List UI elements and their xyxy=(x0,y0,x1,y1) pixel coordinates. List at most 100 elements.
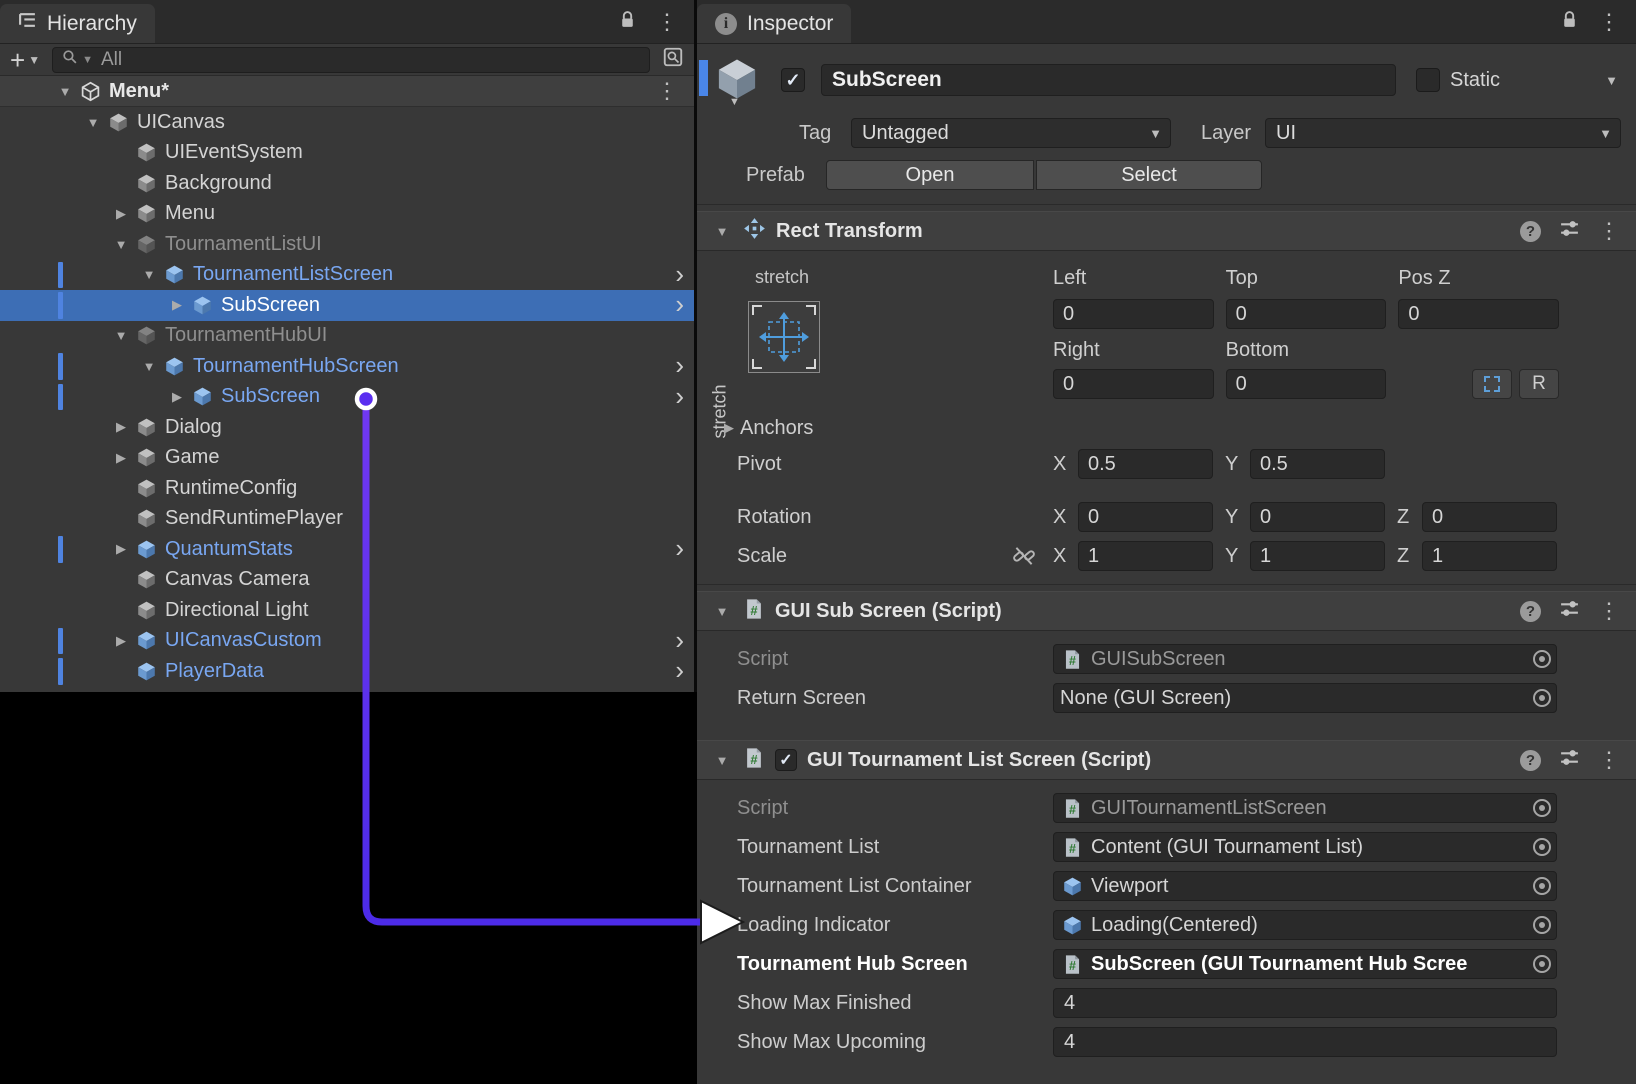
gameobject-cube-icon[interactable]: ▼ xyxy=(713,56,765,104)
object-picker-icon[interactable] xyxy=(1533,799,1551,817)
search-filter-caret-icon[interactable]: ▼ xyxy=(82,54,93,66)
object-field[interactable]: #SubScreen (GUI Tournament Hub Scree xyxy=(1053,949,1557,979)
hierarchy-item-runtimeconfig[interactable]: RuntimeConfig xyxy=(0,473,694,504)
object-picker-icon[interactable] xyxy=(1533,838,1551,856)
foldout-closed-icon[interactable]: ▶ xyxy=(108,541,134,557)
raw-edit-button[interactable]: R xyxy=(1519,369,1559,399)
hierarchy-item-uicanvas[interactable]: ▼UICanvas xyxy=(0,107,694,138)
foldout-open-icon[interactable]: ▼ xyxy=(52,84,78,99)
foldout-open-icon[interactable]: ▼ xyxy=(108,328,134,343)
top-field[interactable]: 0 xyxy=(1226,299,1387,329)
rotation-z-field[interactable]: 0 xyxy=(1422,502,1557,532)
hierarchy-item-tournamentlistscreen[interactable]: ▼TournamentListScreen› xyxy=(0,260,694,291)
lock-icon[interactable] xyxy=(1561,10,1578,34)
hierarchy-search-input[interactable]: ▼ All xyxy=(52,47,650,73)
hierarchy-item-uieventsystem[interactable]: UIEventSystem xyxy=(0,138,694,169)
object-picker-icon[interactable] xyxy=(1533,689,1551,707)
kebab-menu-icon[interactable]: ⋮ xyxy=(1598,749,1620,771)
scale-x-field[interactable]: 1 xyxy=(1078,541,1213,571)
hierarchy-item-background[interactable]: Background xyxy=(0,168,694,199)
scale-y-field[interactable]: 1 xyxy=(1250,541,1385,571)
hierarchy-item-subscreen[interactable]: ▶SubScreen› xyxy=(0,290,694,321)
pivot-x-field[interactable]: 0.5 xyxy=(1078,449,1213,479)
foldout-closed-icon[interactable]: ▶ xyxy=(164,389,190,405)
object-field[interactable]: None (GUI Screen) xyxy=(1053,683,1557,713)
kebab-menu-icon[interactable]: ⋮ xyxy=(1598,220,1620,242)
presets-icon[interactable] xyxy=(1559,218,1580,244)
pivot-y-field[interactable]: 0.5 xyxy=(1250,449,1385,479)
object-field[interactable]: #Content (GUI Tournament List) xyxy=(1053,832,1557,862)
foldout-open-icon[interactable]: ▼ xyxy=(711,753,733,768)
foldout-open-icon[interactable]: ▼ xyxy=(80,115,106,130)
object-picker-icon[interactable] xyxy=(1533,877,1551,895)
scale-link-icon[interactable] xyxy=(1012,544,1036,574)
active-checkbox[interactable]: ✓ xyxy=(781,68,805,92)
prefab-open-arrow[interactable]: › xyxy=(675,383,684,409)
prefab-open-button[interactable]: Open xyxy=(826,160,1034,190)
hierarchy-item-canvas-camera[interactable]: Canvas Camera xyxy=(0,565,694,596)
help-icon[interactable]: ? xyxy=(1520,221,1541,242)
hierarchy-item-tournamentlistui[interactable]: ▼TournamentListUI xyxy=(0,229,694,260)
number-field[interactable]: 4 xyxy=(1053,1027,1557,1057)
foldout-closed-icon[interactable]: ▶ xyxy=(108,419,134,435)
prefab-open-arrow[interactable]: › xyxy=(675,627,684,653)
prefab-select-button[interactable]: Select xyxy=(1036,160,1262,190)
component-enabled-checkbox[interactable]: ✓ xyxy=(775,749,797,771)
hierarchy-item-directional-light[interactable]: Directional Light xyxy=(0,595,694,626)
scale-z-field[interactable]: 1 xyxy=(1422,541,1557,571)
tab-hierarchy[interactable]: Hierarchy xyxy=(0,4,155,43)
foldout-closed-icon[interactable]: ▶ xyxy=(108,206,134,222)
add-gameobject-button[interactable]: +▼ xyxy=(10,47,40,73)
kebab-menu-icon[interactable]: ⋮ xyxy=(1598,11,1620,33)
object-field[interactable]: #GUISubScreen xyxy=(1053,644,1557,674)
gui-sub-screen-header[interactable]: ▼ # GUI Sub Screen (Script) ? ⋮ xyxy=(697,591,1636,631)
foldout-closed-icon[interactable]: ▶ xyxy=(718,420,740,436)
scene-kebab-icon[interactable]: ⋮ xyxy=(656,80,678,102)
object-picker-icon[interactable] xyxy=(1533,916,1551,934)
object-field[interactable]: Loading(Centered) xyxy=(1053,910,1557,940)
scene-header-row[interactable]: ▼ Menu* ⋮ xyxy=(0,76,694,107)
help-icon[interactable]: ? xyxy=(1520,601,1541,622)
foldout-open-icon[interactable]: ▼ xyxy=(711,224,733,239)
static-checkbox[interactable] xyxy=(1416,68,1440,92)
kebab-menu-icon[interactable]: ⋮ xyxy=(656,11,678,33)
hierarchy-item-menu[interactable]: ▶Menu xyxy=(0,199,694,230)
foldout-closed-icon[interactable]: ▶ xyxy=(108,633,134,649)
hierarchy-item-subscreen[interactable]: ▶SubScreen› xyxy=(0,382,694,413)
object-field[interactable]: #GUITournamentListScreen xyxy=(1053,793,1557,823)
hierarchy-item-playerdata[interactable]: PlayerData› xyxy=(0,656,694,687)
object-picker-icon[interactable] xyxy=(1533,650,1551,668)
left-field[interactable]: 0 xyxy=(1053,299,1214,329)
prefab-open-arrow[interactable]: › xyxy=(675,657,684,683)
right-field[interactable]: 0 xyxy=(1053,369,1214,399)
hierarchy-item-dialog[interactable]: ▶Dialog xyxy=(0,412,694,443)
open-search-window-icon[interactable] xyxy=(662,46,684,73)
hierarchy-item-game[interactable]: ▶Game xyxy=(0,443,694,474)
tab-inspector[interactable]: i Inspector xyxy=(697,4,851,43)
foldout-closed-icon[interactable]: ▶ xyxy=(108,450,134,466)
foldout-open-icon[interactable]: ▼ xyxy=(711,604,733,619)
anchor-preset-button[interactable] xyxy=(748,301,820,373)
presets-icon[interactable] xyxy=(1559,598,1580,624)
foldout-open-icon[interactable]: ▼ xyxy=(136,359,162,374)
prefab-open-arrow[interactable]: › xyxy=(675,352,684,378)
prefab-open-arrow[interactable]: › xyxy=(675,291,684,317)
blueprint-mode-button[interactable] xyxy=(1472,369,1512,399)
lock-icon[interactable] xyxy=(619,10,636,34)
foldout-closed-icon[interactable]: ▶ xyxy=(164,297,190,313)
hierarchy-item-sendruntimeplayer[interactable]: SendRuntimePlayer xyxy=(0,504,694,535)
prefab-open-arrow[interactable]: › xyxy=(675,261,684,287)
foldout-open-icon[interactable]: ▼ xyxy=(136,267,162,282)
kebab-menu-icon[interactable]: ⋮ xyxy=(1598,600,1620,622)
rect-transform-header[interactable]: ▼ Rect Transform ? ⋮ xyxy=(697,211,1636,251)
icon-picker-caret[interactable]: ▼ xyxy=(729,96,740,108)
hierarchy-item-uicanvascustom[interactable]: ▶UICanvasCustom› xyxy=(0,626,694,657)
presets-icon[interactable] xyxy=(1559,747,1580,773)
prefab-open-arrow[interactable]: › xyxy=(675,535,684,561)
name-field[interactable]: SubScreen xyxy=(821,64,1396,96)
number-field[interactable]: 4 xyxy=(1053,988,1557,1018)
static-dropdown-caret[interactable]: ▼ xyxy=(1605,73,1622,88)
tag-dropdown[interactable]: Untagged▼ xyxy=(851,118,1171,148)
object-field[interactable]: Viewport xyxy=(1053,871,1557,901)
posz-field[interactable]: 0 xyxy=(1398,299,1559,329)
